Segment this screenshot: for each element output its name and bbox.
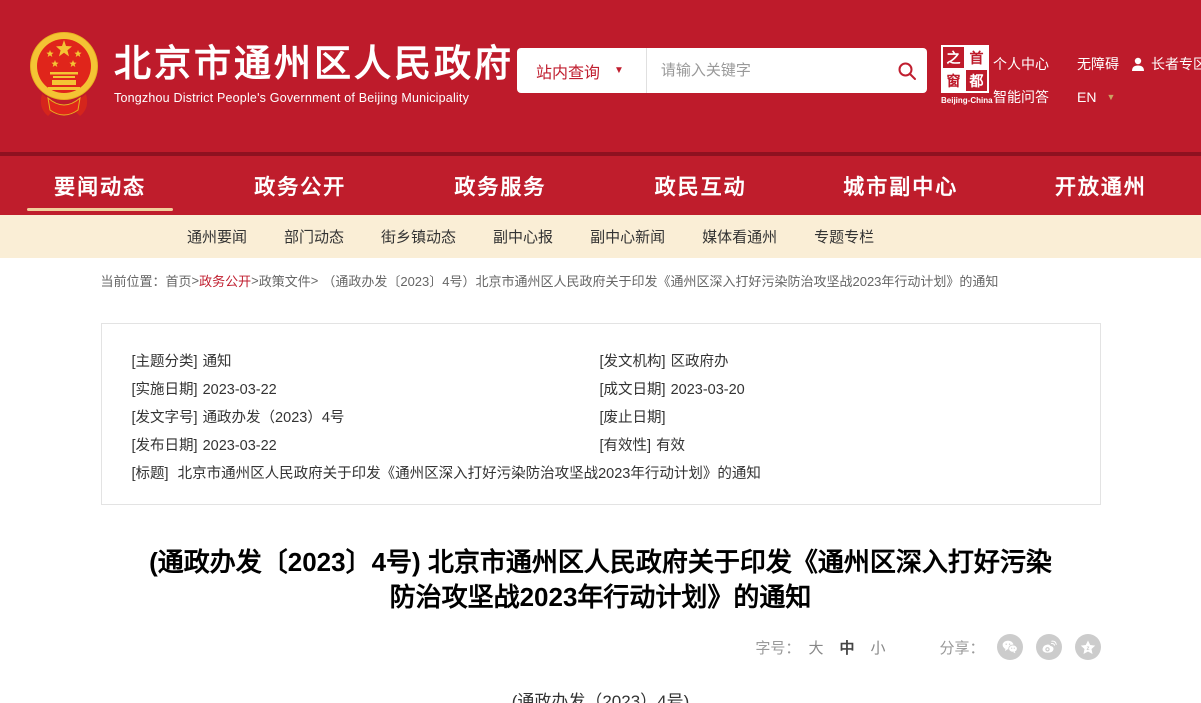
site-brand[interactable]: 北京市通州区人民政府 Tongzhou District People's Go… [28,28,514,120]
capital-char-du: 都 [966,70,987,91]
meta-value-publish-date: 2023-03-22 [203,432,277,460]
capital-char-shou: 首 [966,47,987,68]
meta-label-validity: [有效性] [600,432,652,460]
subnav-item-media[interactable]: 媒体看通州 [702,226,777,247]
qzone-star-icon: z [1080,640,1096,655]
subnav-item-township-news[interactable]: 街乡镇动态 [381,226,456,247]
search-button[interactable] [887,48,927,93]
nav-item-open-tongzhou[interactable]: 开放通州 [1001,156,1201,215]
svg-text:z: z [1086,646,1089,652]
subnav-item-tongzhou-news[interactable]: 通州要闻 [187,226,247,247]
meta-value-validity: 有效 [656,432,685,460]
meta-label-written-date: [成文日期] [600,376,666,404]
site-title: 北京市通州区人民政府 [114,43,514,86]
site-subtitle: Tongzhou District People's Government of… [114,91,514,105]
subnav-item-subcenter-paper[interactable]: 副中心报 [493,226,553,247]
meta-value-title: 北京市通州区人民政府关于印发《通州区深入打好污染防治攻坚战2023年行动计划》的… [178,466,761,482]
search-input[interactable] [647,62,887,79]
nav-item-label: 政务服务 [454,171,546,201]
breadcrumb-separator: > [192,273,200,288]
main-content: 当前位置： 首页 > 政务公开 > 政策文件 > （通政办发〔2023〕4号）北… [101,271,1101,703]
national-emblem-icon [28,28,100,120]
nav-item-label: 要闻动态 [54,171,146,201]
font-size-large[interactable]: 大 [808,637,823,658]
breadcrumb-gov-affairs[interactable]: 政务公开 [199,271,251,290]
meta-label-issuing-org: [发文机构] [600,348,666,376]
meta-label-repeal-date: [废止日期] [600,404,666,432]
nav-item-gov-affairs[interactable]: 政务公开 [200,156,400,215]
document-number: (通政办发（2023）4号) [101,687,1101,703]
site-header: 北京市通州区人民政府 Tongzhou District People's Go… [0,0,1201,152]
breadcrumb-separator: > [311,273,319,288]
share-icons: z [997,634,1101,660]
english-link[interactable]: EN [1077,89,1096,105]
meta-value-issuing-org: 区政府办 [671,348,729,376]
search-scope-dropdown[interactable]: 站内查询 ▼ [517,59,646,83]
meta-value-implement-date: 2023-03-22 [203,376,277,404]
smart-qa-link[interactable]: 智能问答 [993,87,1049,107]
search-icon [897,61,917,81]
nav-item-news[interactable]: 要闻动态 [0,156,200,215]
breadcrumb-separator: > [251,273,259,288]
font-size-medium[interactable]: 中 [839,637,854,658]
font-size-small[interactable]: 小 [870,637,885,658]
senior-zone-label: 长者专区 [1151,54,1201,74]
share-qzone-button[interactable]: z [1075,634,1101,660]
weibo-icon [1041,640,1057,654]
article-controls: 字号： 大 中 小 分享： [101,633,1101,661]
active-tab-underline [27,208,173,211]
meta-label-publish-date: [发布日期] [132,432,198,460]
nav-item-interaction[interactable]: 政民互动 [601,156,801,215]
capital-window-caption: Beijing-China [941,96,989,105]
meta-label-implement-date: [实施日期] [132,376,198,404]
wechat-icon [1002,640,1018,654]
nav-item-label: 城市副中心 [843,171,958,201]
document-meta-box: [主题分类] 通知 [发文机构] 区政府办 [实施日期] 2023-03-22 … [101,323,1101,505]
meta-value-written-date: 2023-03-20 [671,376,745,404]
nav-item-label: 开放通州 [1055,171,1147,201]
nav-item-label: 政务公开 [254,171,346,201]
meta-value-doc-number: 通政办发（2023）4号 [203,404,345,432]
share-wechat-button[interactable] [997,634,1023,660]
nav-item-gov-services[interactable]: 政务服务 [400,156,600,215]
breadcrumb-policy-docs[interactable]: 政策文件 [259,271,311,290]
personal-center-link[interactable]: 个人中心 [993,54,1049,74]
subnav-item-dept-news[interactable]: 部门动态 [284,226,344,247]
capital-window-logo[interactable]: 之 首 窗 都 Beijing-China [941,45,989,105]
header-quick-links: 个人中心 无障碍 智能问答 EN ▼ [993,54,1119,120]
subnav-item-special-topics[interactable]: 专题专栏 [814,226,874,247]
font-size-label: 字号： [755,637,800,658]
meta-label-topic: [主题分类] [132,348,198,376]
capital-window-grid: 之 首 窗 都 [941,45,989,93]
main-nav: 要闻动态 政务公开 政务服务 政民互动 城市副中心 开放通州 [0,156,1201,215]
breadcrumb-home[interactable]: 首页 [166,271,192,290]
meta-label-doc-number: [发文字号] [132,404,198,432]
meta-label-title: [标题] [132,466,169,482]
breadcrumb: 当前位置： 首页 > 政务公开 > 政策文件 > （通政办发〔2023〕4号）北… [101,271,1101,290]
nav-item-subcenter[interactable]: 城市副中心 [801,156,1001,215]
capital-char-chuang: 窗 [943,70,964,91]
subnav-item-subcenter-news[interactable]: 副中心新闻 [590,226,665,247]
article-title: (通政办发〔2023〕4号) 北京市通州区人民政府关于印发《通州区深入打好污染防… [101,545,1101,615]
person-icon [1131,57,1145,72]
meta-value-topic: 通知 [203,348,232,376]
share-weibo-button[interactable] [1036,634,1062,660]
site-search: 站内查询 ▼ [517,48,927,93]
share-label: 分享： [939,637,984,658]
chevron-down-icon: ▼ [614,65,624,76]
search-scope-label: 站内查询 [536,59,600,83]
nav-item-label: 政民互动 [655,171,747,201]
breadcrumb-prefix: 当前位置： [101,271,166,290]
breadcrumb-current: （通政办发〔2023〕4号）北京市通州区人民政府关于印发《通州区深入打好污染防治… [322,271,998,290]
accessibility-link[interactable]: 无障碍 [1077,54,1119,74]
capital-char-zhi: 之 [943,47,964,68]
chevron-down-icon: ▼ [1106,92,1115,102]
sub-nav: 通州要闻 部门动态 街乡镇动态 副中心报 副中心新闻 媒体看通州 专题专栏 [0,215,1201,258]
senior-zone-link[interactable]: 长者专区 [1131,54,1201,74]
